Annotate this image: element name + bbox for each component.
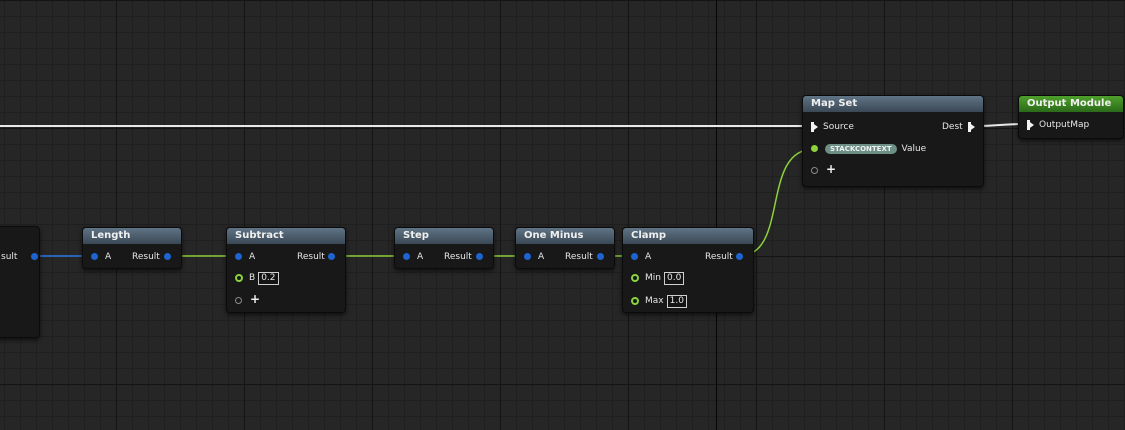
node-one-minus[interactable]: One Minus A Result bbox=[515, 227, 615, 269]
map-set-title: Map Set bbox=[803, 96, 983, 112]
add-pin-icon[interactable]: + bbox=[826, 162, 836, 176]
length-output-label: Result bbox=[132, 252, 160, 262]
subtract-input-b-label: B bbox=[249, 273, 256, 283]
node-output-module[interactable]: Output Module OutputMap bbox=[1018, 95, 1124, 139]
output-map-label: OutputMap bbox=[1039, 120, 1090, 130]
length-input-a-label: A bbox=[105, 252, 112, 262]
step-output-label: Result bbox=[444, 252, 472, 262]
subtract-output-pin[interactable] bbox=[328, 253, 335, 260]
one-minus-title: One Minus bbox=[516, 228, 614, 244]
stackcontext-badge: STACKCONTEXT bbox=[825, 144, 897, 154]
length-input-a-pin[interactable] bbox=[91, 253, 98, 260]
node-clamp[interactable]: Clamp A Result Min 0.0 Max 1.0 bbox=[622, 227, 754, 313]
clamp-input-a-label: A bbox=[645, 252, 652, 262]
one-minus-output-pin[interactable] bbox=[597, 253, 604, 260]
node-length[interactable]: Length A Result bbox=[82, 227, 182, 269]
subtract-title: Subtract bbox=[227, 228, 345, 244]
step-input-a-label: A bbox=[417, 252, 424, 262]
add-pin-icon[interactable]: + bbox=[250, 292, 260, 306]
map-set-value-label: Value bbox=[901, 144, 927, 154]
one-minus-output-label: Result bbox=[565, 252, 593, 262]
clamp-output-pin[interactable] bbox=[736, 253, 743, 260]
map-set-source-exec-pin[interactable] bbox=[811, 122, 818, 132]
one-minus-input-a-pin[interactable] bbox=[524, 253, 531, 260]
subtract-add-pin[interactable] bbox=[235, 297, 242, 304]
output-module-title: Output Module bbox=[1019, 96, 1123, 112]
clamp-max-value[interactable]: 1.0 bbox=[666, 295, 687, 308]
map-set-source-label: Source bbox=[823, 122, 854, 132]
node-partial[interactable]: sult bbox=[0, 226, 40, 338]
clamp-max-label: Max bbox=[645, 296, 664, 306]
one-minus-input-a-label: A bbox=[538, 252, 545, 262]
step-output-pin[interactable] bbox=[476, 253, 483, 260]
map-set-dest-exec-pin[interactable] bbox=[968, 122, 975, 132]
partial-output-label: sult bbox=[1, 252, 18, 262]
subtract-input-b-pin[interactable] bbox=[235, 274, 243, 282]
node-step[interactable]: Step A Result bbox=[394, 227, 494, 269]
length-title: Length bbox=[83, 228, 181, 244]
length-output-pin[interactable] bbox=[164, 253, 171, 260]
step-title: Step bbox=[395, 228, 493, 244]
clamp-min-value[interactable]: 0.0 bbox=[663, 272, 685, 285]
clamp-max-pin[interactable] bbox=[631, 297, 639, 305]
subtract-output-label: Result bbox=[297, 252, 325, 262]
map-set-add-pin[interactable] bbox=[811, 167, 818, 174]
node-map-set[interactable]: Map Set Source Dest STACKCONTEXT Value + bbox=[802, 95, 984, 187]
subtract-input-b-value[interactable]: 0.2 bbox=[258, 272, 279, 285]
clamp-min-pin[interactable] bbox=[631, 274, 639, 282]
clamp-output-label: Result bbox=[705, 252, 733, 262]
clamp-input-a-pin[interactable] bbox=[631, 253, 638, 260]
subtract-input-a-label: A bbox=[249, 252, 256, 262]
clamp-title: Clamp bbox=[623, 228, 753, 244]
output-map-exec-pin[interactable] bbox=[1027, 120, 1034, 130]
map-set-dest-label: Dest bbox=[942, 122, 963, 132]
node-subtract[interactable]: Subtract A Result B 0.2 + bbox=[226, 227, 346, 313]
map-set-value-pin[interactable] bbox=[811, 145, 818, 152]
wire-layer bbox=[0, 123, 1027, 257]
step-input-a-pin[interactable] bbox=[403, 253, 410, 260]
subtract-input-a-pin[interactable] bbox=[235, 253, 242, 260]
clamp-min-label: Min bbox=[645, 273, 661, 283]
partial-output-pin[interactable] bbox=[31, 253, 38, 260]
